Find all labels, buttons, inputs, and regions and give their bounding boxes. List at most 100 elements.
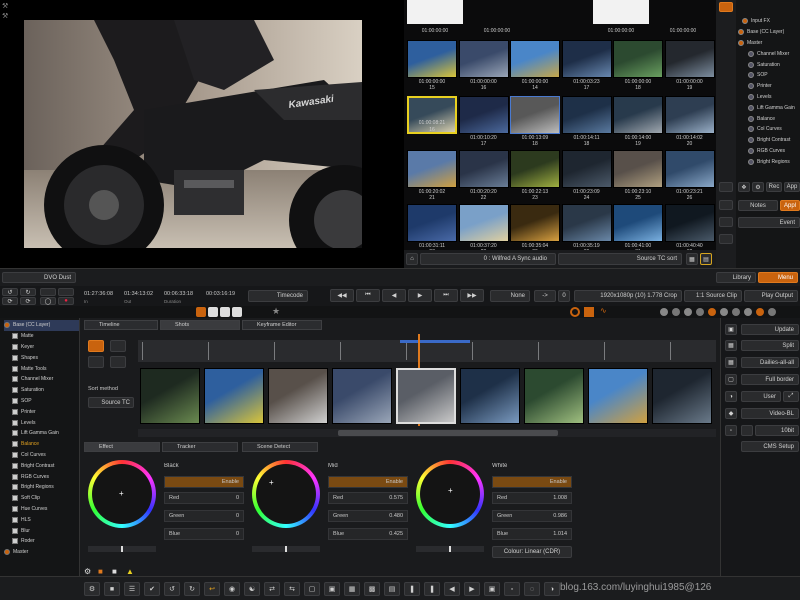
swap-alt-icon[interactable]: ⇆ xyxy=(284,582,300,596)
redo-icon[interactable]: ↻ xyxy=(20,288,36,296)
tab-keyframe-editor[interactable]: Keyframe Editor xyxy=(242,320,322,330)
layer-tree-item[interactable]: Shapes xyxy=(4,352,79,363)
apply-button[interactable]: Appl xyxy=(780,200,800,211)
step-back-icon[interactable]: ◀ xyxy=(382,289,406,302)
frame-fill-icon[interactable]: ▣ xyxy=(324,582,340,596)
top-clip-thumb[interactable] xyxy=(407,0,463,24)
paste-icon[interactable] xyxy=(58,288,74,296)
layer-checkbox[interactable] xyxy=(12,343,18,350)
dvo-dust-button[interactable]: DVO Dust xyxy=(2,272,76,283)
film-icon[interactable]: ■ xyxy=(104,582,120,596)
list-view-icon[interactable]: ▤ xyxy=(700,253,712,265)
none-dropdown[interactable]: None xyxy=(490,290,530,302)
box-alt-icon[interactable]: ▫ xyxy=(504,582,520,596)
tab-shots[interactable]: Shots xyxy=(160,320,240,330)
clip-thumbnail[interactable] xyxy=(407,40,457,78)
fx-tree-item[interactable]: Master xyxy=(738,38,798,49)
layout-icon[interactable]: ▤ xyxy=(384,582,400,596)
mid-color-wheel[interactable]: + xyxy=(252,460,320,528)
event-icon[interactable] xyxy=(719,217,733,227)
dots-icon[interactable]: ◌ xyxy=(524,582,540,596)
wrench-icon[interactable]: ⚒ xyxy=(2,2,10,10)
undo-icon[interactable]: ↺ xyxy=(164,582,180,596)
user-dropdown[interactable]: User xyxy=(741,391,781,402)
split-button[interactable]: Split xyxy=(741,340,799,351)
layer-tree-item[interactable]: HLS xyxy=(4,514,79,525)
layer-checkbox[interactable] xyxy=(12,397,18,404)
clip-thumbnail[interactable] xyxy=(458,204,509,242)
play-output-dropdown[interactable]: Play Output xyxy=(744,290,798,302)
yin-icon[interactable]: ☯ xyxy=(244,582,260,596)
shot-thumbnail[interactable] xyxy=(396,368,456,424)
clip-thumbnail[interactable] xyxy=(458,150,509,188)
layer-checkbox[interactable] xyxy=(12,333,18,340)
mode-b-icon[interactable] xyxy=(220,307,230,317)
white-enable-button[interactable]: Enable xyxy=(492,476,572,488)
layer-checkbox[interactable] xyxy=(12,538,18,545)
tab-timeline[interactable]: Timeline xyxy=(84,320,158,330)
full-border-dropdown[interactable]: Full border xyxy=(741,374,799,385)
grid-icon[interactable]: ▦ xyxy=(344,582,360,596)
video-dropdown[interactable]: Video-BL xyxy=(741,408,799,419)
layer-tree-item[interactable]: Keyer xyxy=(4,342,79,353)
fx-icon[interactable] xyxy=(719,2,733,12)
target-icon[interactable]: ◉ xyxy=(224,582,240,596)
wrench-icon[interactable]: ⚒ xyxy=(2,12,10,20)
gear-icon[interactable]: ⚙ xyxy=(84,567,94,577)
settings-icon[interactable]: ▣ xyxy=(725,324,737,335)
layer-tree-item[interactable]: SOP xyxy=(4,396,79,407)
format-dropdown[interactable]: 1920x1080p (10) 1.778 Crop xyxy=(574,290,682,302)
layer-tree-item[interactable]: Bright Regions xyxy=(4,482,79,493)
white-green-field[interactable]: Green 0.986 xyxy=(492,510,572,522)
next-icon[interactable]: ▶ xyxy=(464,582,480,596)
white-square-icon[interactable]: ■ xyxy=(112,567,122,577)
split-icon[interactable]: ▦ xyxy=(725,340,737,351)
layer-checkbox[interactable] xyxy=(12,484,18,491)
video-icon[interactable]: ◆ xyxy=(725,408,737,419)
arrow-field[interactable]: -> xyxy=(534,290,556,302)
layer-icon[interactable] xyxy=(719,182,733,192)
shot-thumbnail[interactable] xyxy=(588,368,648,424)
reload-icon[interactable]: ⟳ xyxy=(20,297,36,305)
layer-tree-item[interactable]: Saturation xyxy=(4,385,79,396)
mid-green-field[interactable]: Green 0.480 xyxy=(328,510,408,522)
layer-checkbox[interactable] xyxy=(12,387,18,394)
layer-checkbox[interactable] xyxy=(12,462,18,469)
layer-tree-item[interactable]: Matte xyxy=(4,331,79,342)
shot-thumbnail[interactable] xyxy=(268,368,328,424)
bitdepth-toggle[interactable] xyxy=(741,425,753,436)
fx-tree-item[interactable]: Saturation xyxy=(738,59,798,70)
bar-alt-icon[interactable]: ❚ xyxy=(424,582,440,596)
fx-tree-item[interactable]: Bright Regions xyxy=(738,156,798,167)
tree-action2-icon[interactable]: ⚙ xyxy=(752,182,764,192)
grid-alt-icon[interactable]: ▩ xyxy=(364,582,380,596)
clip-thumbnail[interactable] xyxy=(561,204,612,242)
fx-tree-item[interactable]: Col Curves xyxy=(738,124,798,135)
layer-tree-item[interactable]: Master xyxy=(4,547,79,558)
fast-forward-icon[interactable]: ▶▶ xyxy=(460,289,484,302)
shot-thumbnail[interactable] xyxy=(652,368,712,424)
layer-checkbox[interactable] xyxy=(12,451,18,458)
layer-checkbox[interactable] xyxy=(4,549,10,556)
layer-checkbox[interactable] xyxy=(12,354,18,361)
bar-icon[interactable]: ❚ xyxy=(404,582,420,596)
orange-square-icon[interactable]: ■ xyxy=(98,567,108,577)
fx-tree-item[interactable]: Printer xyxy=(738,81,798,92)
black-green-field[interactable]: Green 0 xyxy=(164,510,244,522)
layer-checkbox[interactable] xyxy=(12,505,18,512)
fx-tree-item[interactable]: RGB Curves xyxy=(738,146,798,157)
user-icon[interactable]: ◑ xyxy=(725,391,737,402)
bitdepth-dropdown[interactable]: 10bit xyxy=(755,425,799,436)
box-icon[interactable]: ▣ xyxy=(484,582,500,596)
layer-checkbox[interactable] xyxy=(12,408,18,415)
white-color-wheel[interactable]: + xyxy=(416,460,484,528)
tab-effect[interactable]: Effect xyxy=(84,442,160,452)
view-icon[interactable] xyxy=(719,234,733,244)
shots-mode-d-icon[interactable] xyxy=(110,356,126,368)
clip-thumbnail[interactable] xyxy=(510,96,560,134)
notes-button[interactable]: Notes xyxy=(738,200,778,211)
notes-icon[interactable] xyxy=(719,200,733,210)
layer-tree-item[interactable]: Bright Contrast xyxy=(4,460,79,471)
event-button[interactable]: Event xyxy=(738,217,800,228)
sort-dropdown[interactable]: Source TC sort xyxy=(558,253,682,265)
